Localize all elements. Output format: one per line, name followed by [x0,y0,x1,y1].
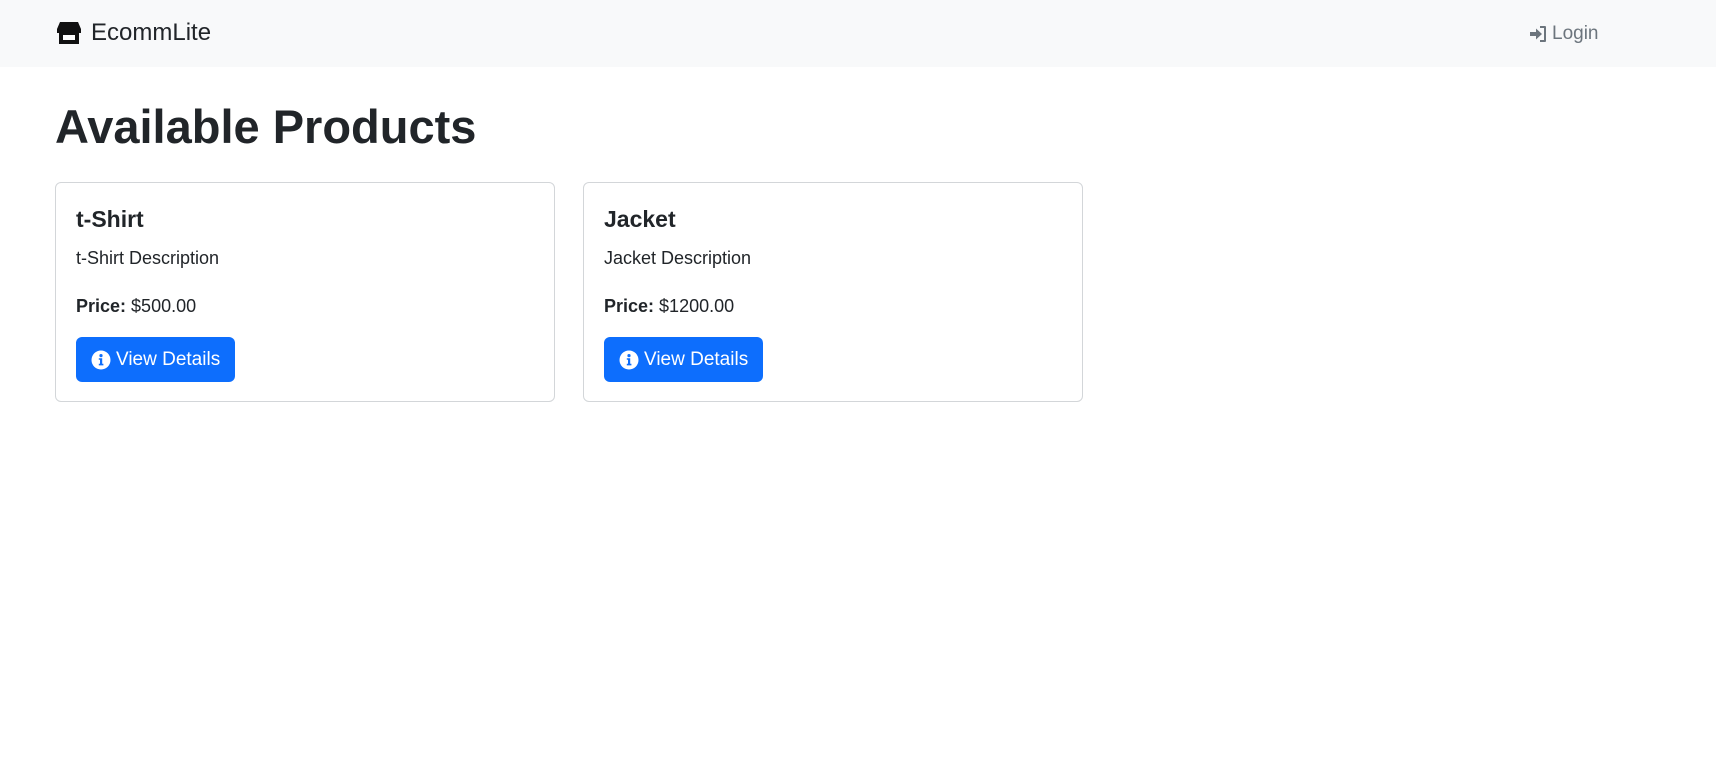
price-label: Price: [76,296,127,316]
price-value: $500.00 [131,296,197,316]
view-details-label: View Details [644,348,749,370]
store-icon [56,20,82,46]
price-label: Price: [604,296,655,316]
login-link[interactable]: Login [1528,22,1599,46]
product-description: Jacket Description [604,248,752,268]
product-price: Price: $1200.00 [604,294,734,318]
sign-in-icon [1528,24,1548,44]
price-value: $1200.00 [659,296,735,316]
view-details-label: View Details [116,348,221,370]
brand-link[interactable]: EcommLite [56,19,211,47]
product-description: t-Shirt Description [76,248,220,268]
navbar: EcommLite Login [0,0,1716,67]
product-card: t-Shirt t-Shirt Description Price: $500.… [55,182,555,402]
product-name: t-Shirt [76,206,144,232]
info-circle-icon [619,350,639,370]
product-price: Price: $500.00 [76,294,196,318]
brand-name: EcommLite [91,19,212,46]
view-details-button[interactable]: View Details [76,337,236,382]
page-title: Available Products [55,100,477,153]
product-name: Jacket [604,206,676,232]
view-details-button[interactable]: View Details [604,337,764,382]
product-card: Jacket Jacket Description Price: $1200.0… [583,182,1083,402]
login-label: Login [1552,23,1599,44]
info-circle-icon [91,350,111,370]
